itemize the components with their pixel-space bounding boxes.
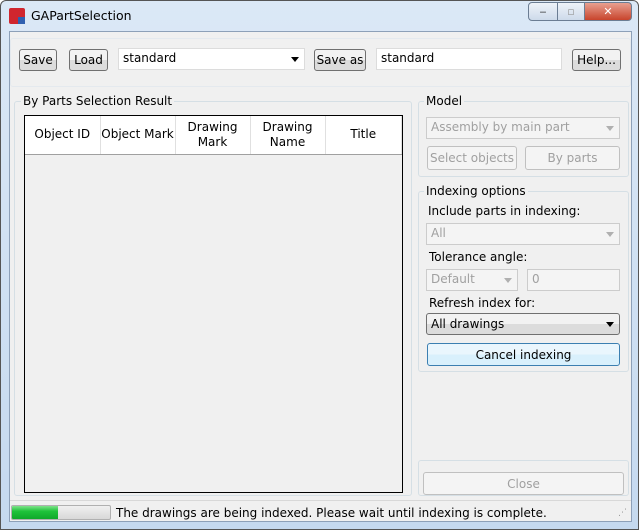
tolerance-mode-value: Default [431, 272, 475, 286]
chevron-down-icon [606, 232, 614, 237]
column-object-mark[interactable]: Object Mark [100, 116, 176, 155]
model-title: Model [424, 94, 465, 108]
chevron-down-icon [291, 57, 299, 62]
close-window-button[interactable]: ✕ [584, 2, 632, 21]
table-header-row: Object ID Object Mark Drawing Mark Drawi… [25, 116, 402, 155]
save-as-button[interactable]: Save as [314, 49, 366, 71]
status-divider [10, 500, 631, 501]
by-parts-button[interactable]: By parts [525, 146, 620, 170]
refresh-index-value: All drawings [431, 317, 505, 331]
include-parts-combo[interactable]: All [426, 223, 620, 245]
column-drawing-name[interactable]: Drawing Name [250, 116, 326, 155]
save-button[interactable]: Save [19, 49, 57, 71]
tolerance-angle-input[interactable]: 0 [527, 269, 620, 291]
tolerance-mode-combo[interactable]: Default [426, 269, 518, 291]
cancel-indexing-button[interactable]: Cancel indexing [427, 343, 620, 366]
load-button[interactable]: Load [69, 49, 108, 71]
indexing-title: Indexing options [424, 184, 528, 198]
results-table[interactable]: Object ID Object Mark Drawing Mark Drawi… [24, 115, 403, 493]
refresh-index-label: Refresh index for: [429, 296, 536, 310]
column-drawing-mark[interactable]: Drawing Mark [175, 116, 251, 155]
select-objects-button[interactable]: Select objects [427, 146, 517, 170]
include-parts-value: All [431, 226, 446, 240]
minimize-button[interactable]: ‒ [528, 2, 558, 21]
close-button[interactable]: Close [423, 472, 624, 495]
chevron-down-icon [504, 278, 512, 283]
include-parts-label: Include parts in indexing: [428, 204, 581, 218]
column-title[interactable]: Title [325, 116, 402, 155]
resize-grip-icon[interactable]: ⋰ [618, 508, 627, 518]
model-mode-value: Assembly by main part [431, 120, 570, 134]
indexing-progress-bar [11, 505, 111, 520]
profile-combo[interactable]: standard [118, 48, 305, 70]
chevron-down-icon [606, 322, 614, 327]
tolerance-label: Tolerance angle: [429, 250, 528, 264]
model-mode-combo[interactable]: Assembly by main part [426, 117, 620, 139]
help-button[interactable]: Help... [572, 49, 621, 71]
client-area: Save Load standard Save as standard Help… [9, 31, 632, 522]
column-object-id[interactable]: Object ID [25, 116, 101, 155]
app-icon [9, 8, 25, 24]
refresh-index-combo[interactable]: All drawings [426, 313, 620, 335]
profile-value: standard [123, 51, 177, 65]
save-as-input[interactable]: standard [376, 48, 562, 70]
maximize-button[interactable]: ▫ [557, 2, 585, 21]
window-title: GAPartSelection [31, 8, 132, 23]
app-window: GAPartSelection ‒ ▫ ✕ Save Load standard… [0, 0, 639, 530]
status-message: The drawings are being indexed. Please w… [116, 506, 547, 520]
progress-fill [12, 506, 59, 519]
chevron-down-icon [606, 126, 614, 131]
results-title: By Parts Selection Result [21, 94, 175, 108]
